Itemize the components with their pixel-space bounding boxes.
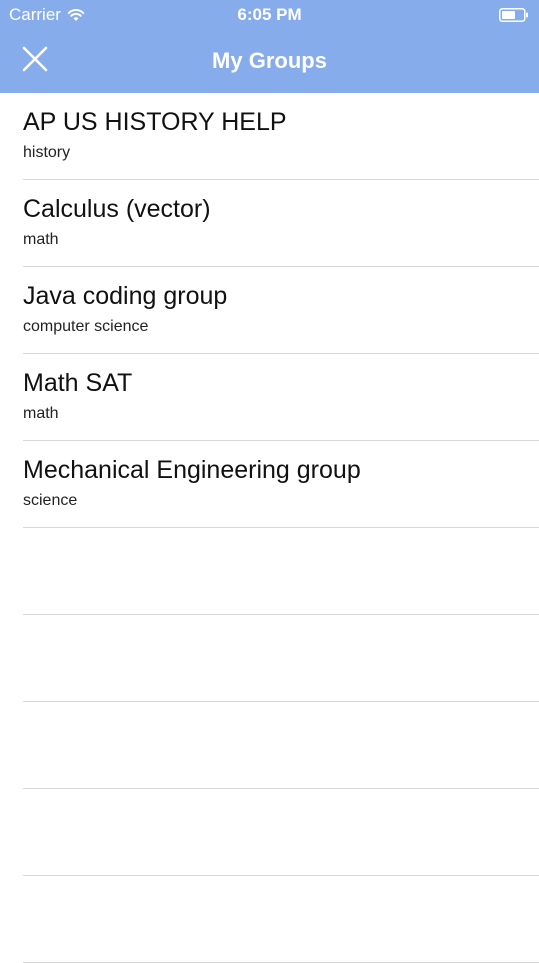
empty-row — [23, 702, 539, 789]
nav-bar: My Groups — [0, 30, 539, 93]
group-subject: computer science — [23, 318, 149, 335]
group-subject: history — [23, 144, 71, 161]
group-name: Java coding group — [23, 282, 228, 310]
group-name: Mechanical Engineering group — [23, 456, 361, 484]
group-name: AP US HISTORY HELP — [23, 108, 287, 136]
status-time: 6:05 PM — [237, 5, 302, 24]
group-row[interactable]: Math SAT math — [23, 354, 539, 441]
group-row[interactable]: Java coding group computer science — [23, 267, 539, 354]
page-title: My Groups — [212, 48, 327, 73]
group-row[interactable]: Mechanical Engineering group science — [23, 441, 539, 528]
empty-row — [23, 789, 539, 876]
status-bar: Carrier 6:05 PM — [0, 0, 539, 30]
empty-row — [23, 528, 539, 615]
groups-list: AP US HISTORY HELP history Calculus (vec… — [0, 93, 539, 963]
group-subject: science — [23, 492, 78, 509]
group-subject: math — [23, 231, 59, 248]
battery-icon — [499, 7, 529, 22]
header: Carrier 6:05 PM My Groups — [0, 0, 539, 93]
group-subject: math — [23, 405, 59, 422]
group-row[interactable]: AP US HISTORY HELP history — [23, 93, 539, 180]
group-name: Calculus (vector) — [23, 195, 211, 223]
empty-row — [23, 615, 539, 702]
group-name: Math SAT — [23, 369, 133, 397]
group-row[interactable]: Calculus (vector) math — [23, 180, 539, 267]
empty-row — [23, 876, 539, 963]
